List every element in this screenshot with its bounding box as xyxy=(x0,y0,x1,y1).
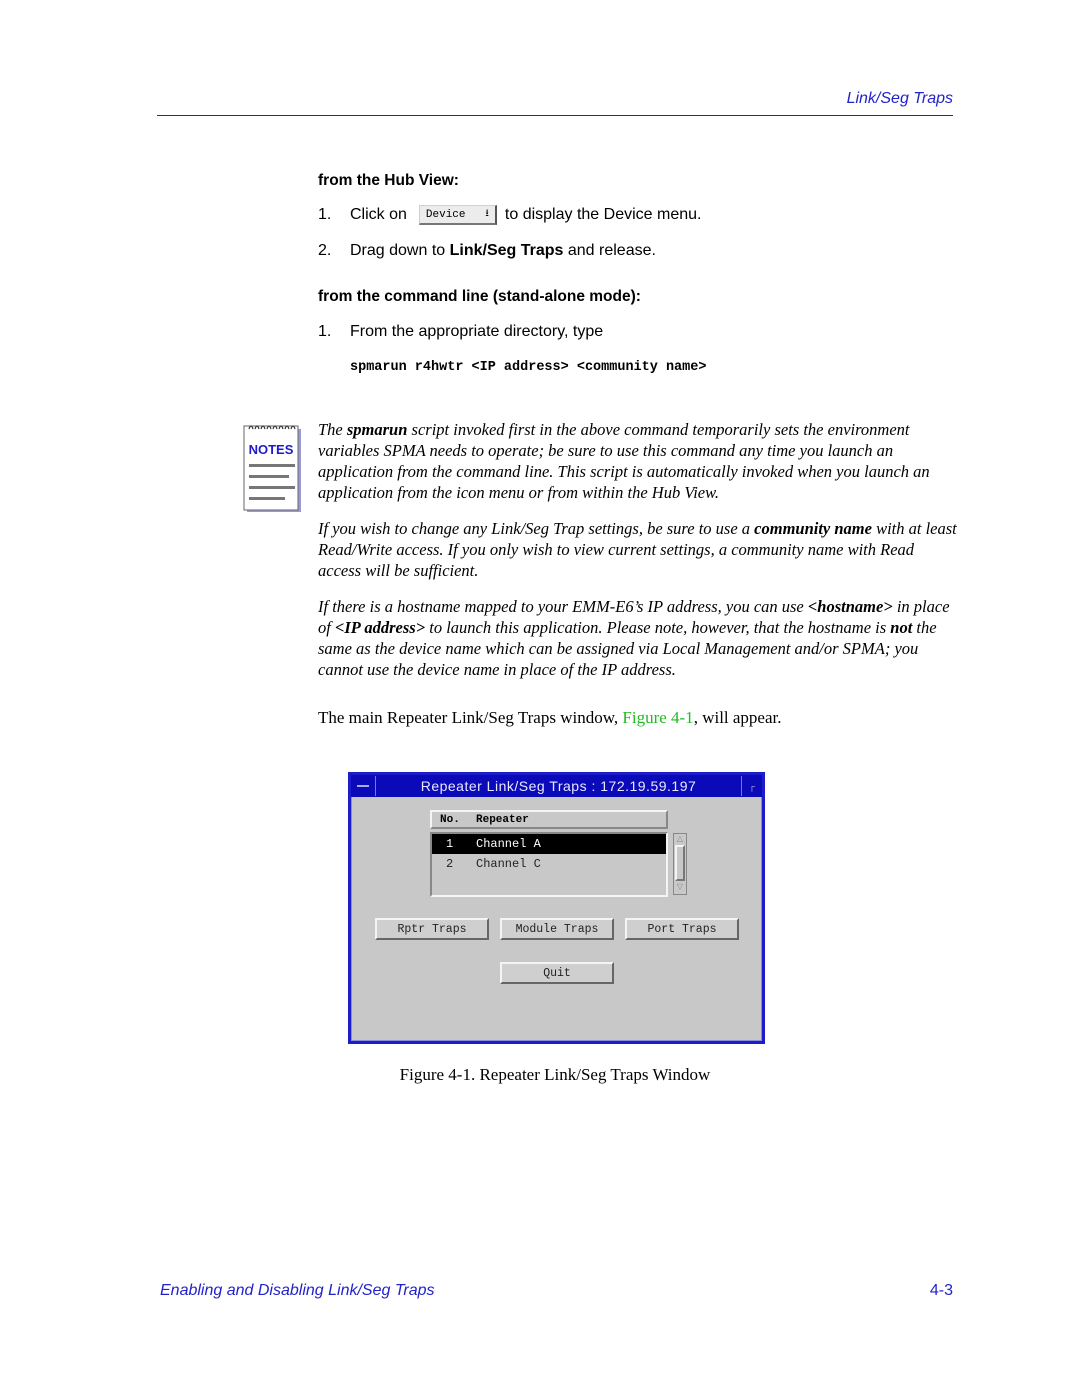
step-number: 1. xyxy=(318,206,332,223)
row-number: 2 xyxy=(446,857,454,871)
row-name: Channel A xyxy=(476,837,541,851)
window-menu-icon xyxy=(357,785,369,787)
step-text: Drag down to Link/Seg Traps and release. xyxy=(350,242,656,260)
window-title: Repeater Link/Seg Traps : 172.19.59.197 xyxy=(420,778,697,794)
row-number: 1 xyxy=(446,837,454,851)
bold-term: community name xyxy=(754,519,872,538)
text-run: If there is a hostname mapped to your EM… xyxy=(318,597,808,616)
cmd-step-1: 1. From the appropriate directory, type xyxy=(318,323,603,341)
text-run: to launch this application. Please note,… xyxy=(425,618,891,637)
rptr-traps-button[interactable]: Rptr Traps xyxy=(375,918,489,940)
running-header-title: Link/Seg Traps xyxy=(846,90,953,107)
text-run: The xyxy=(318,420,347,439)
step-number: 2. xyxy=(318,242,332,259)
step-text-post: and release. xyxy=(563,242,656,259)
hub-view-heading: from the Hub View: xyxy=(318,172,459,189)
figure-link[interactable]: Figure 4-1 xyxy=(622,708,693,727)
notes-paragraph-1: The spmarun script invoked first in the … xyxy=(318,419,958,503)
list-row-selected[interactable]: 1 Channel A xyxy=(432,834,666,854)
hub-step-1: 1. Click on Device ⭳ to display the Devi… xyxy=(318,205,701,225)
step-text: to display the Device menu. xyxy=(504,206,702,223)
row-name: Channel C xyxy=(476,857,541,871)
step-text: From the appropriate directory, type xyxy=(350,323,604,340)
hub-step-2: 2. Drag down to Link/Seg Traps and relea… xyxy=(318,242,656,260)
list-scrollbar[interactable]: △ ▽ xyxy=(673,833,687,895)
window-menu-button[interactable] xyxy=(351,776,376,796)
list-header: No. Repeater xyxy=(430,810,668,829)
window-titlebar[interactable]: Repeater Link/Seg Traps : 172.19.59.197 … xyxy=(351,775,762,797)
text-run: script invoked first in the above comman… xyxy=(318,420,930,502)
dropdown-arrow-icon: ⭳ xyxy=(485,209,489,220)
notes-paragraph-3: If there is a hostname mapped to your EM… xyxy=(318,596,958,680)
bold-term: spmarun xyxy=(346,420,408,439)
step-text-bold: Link/Seg Traps xyxy=(449,242,564,259)
scrollbar-thumb[interactable] xyxy=(675,845,685,881)
window-maximize-button[interactable]: ┌ xyxy=(741,776,762,796)
step-text: Click on xyxy=(350,206,407,223)
bold-term: <hostname> xyxy=(807,597,893,616)
bold-term: not xyxy=(890,618,913,637)
scroll-down-arrow-icon[interactable]: ▽ xyxy=(674,882,686,892)
device-button-label: Device xyxy=(425,208,466,221)
intro-sentence: The main Repeater Link/Seg Traps window,… xyxy=(318,708,782,728)
step-text-pre: Drag down to xyxy=(350,242,450,259)
scroll-up-arrow-icon[interactable]: △ xyxy=(674,834,686,844)
port-traps-button[interactable]: Port Traps xyxy=(625,918,739,940)
footer-section-title: Enabling and Disabling Link/Seg Traps xyxy=(160,1282,435,1299)
notes-icon-label: NOTES xyxy=(249,442,294,457)
device-menu-button[interactable]: Device ⭳ xyxy=(418,205,497,225)
column-header-no: No. xyxy=(440,813,460,826)
repeater-traps-window: Repeater Link/Seg Traps : 172.19.59.197 … xyxy=(348,772,765,1044)
notes-paragraph-2: If you wish to change any Link/Seg Trap … xyxy=(318,518,958,581)
figure-caption: Figure 4-1. Repeater Link/Seg Traps Wind… xyxy=(399,1065,711,1084)
column-header-repeater: Repeater xyxy=(476,813,529,826)
text-run: The main Repeater Link/Seg Traps window, xyxy=(318,708,623,727)
module-traps-button[interactable]: Module Traps xyxy=(500,918,614,940)
maximize-icon: ┌ xyxy=(748,781,756,791)
text-run: If you wish to change any Link/Seg Trap … xyxy=(318,519,755,538)
footer-page-number: 4-3 xyxy=(929,1282,953,1299)
repeater-list[interactable]: 1 Channel A 2 Channel C xyxy=(430,832,668,897)
header-rule xyxy=(157,115,953,116)
step-number: 1. xyxy=(318,323,332,340)
bold-term: <IP address> xyxy=(334,618,426,637)
list-row[interactable]: 2 Channel C xyxy=(432,854,666,874)
quit-button[interactable]: Quit xyxy=(500,962,614,984)
notes-icon: NOTES xyxy=(243,425,301,512)
command-line-heading: from the command line (stand-alone mode)… xyxy=(318,288,641,305)
text-run: , will appear. xyxy=(693,708,782,727)
command-example: spmarun r4hwtr <IP address> <community n… xyxy=(350,360,707,375)
